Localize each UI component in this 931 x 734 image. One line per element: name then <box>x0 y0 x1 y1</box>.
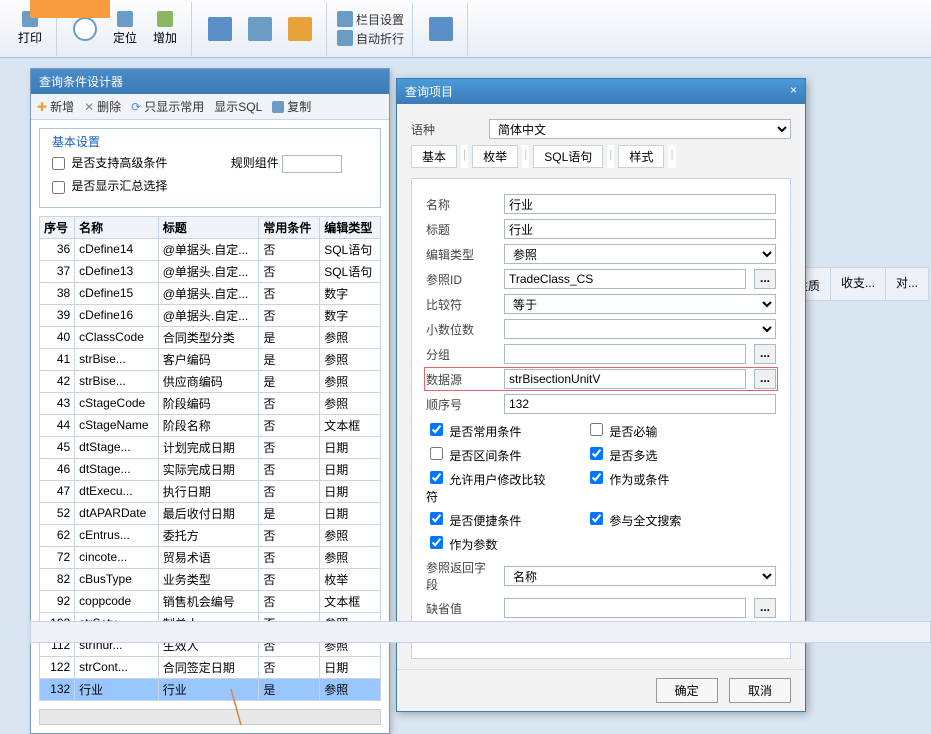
chk-range[interactable] <box>430 447 443 460</box>
horizontal-scrollbar[interactable] <box>39 709 381 725</box>
edit-type-select[interactable]: 参照 <box>504 244 776 264</box>
table-row[interactable]: 122strCont...合同签定日期否日期 <box>40 656 381 678</box>
chk-summary[interactable] <box>52 181 65 194</box>
table-row[interactable]: 72cincote...贸易术语否参照 <box>40 546 381 568</box>
chk-orcond[interactable] <box>590 471 603 484</box>
ribbon: 打印 定位 增加 栏目设置 自动折行 <box>0 0 931 58</box>
ok-button[interactable]: 确定 <box>656 678 718 703</box>
tb-del[interactable]: ✕删除 <box>84 98 121 115</box>
table-row[interactable]: 45dtStage...计划完成日期否日期 <box>40 436 381 458</box>
language-select[interactable]: 简体中文 <box>489 119 791 139</box>
table-row[interactable]: 41strBise...客户编码是参照 <box>40 348 381 370</box>
bottom-bar <box>30 621 931 643</box>
tab-style[interactable]: 样式 <box>618 145 664 168</box>
datasource-browse[interactable]: ... <box>754 369 776 389</box>
refresh-icon[interactable] <box>202 13 238 45</box>
chk-advanced[interactable] <box>52 157 65 170</box>
decimal-select[interactable] <box>504 319 776 339</box>
table-row[interactable]: 39cDefine16@单据头.自定...否数字 <box>40 304 381 326</box>
datasource-field[interactable] <box>504 369 746 389</box>
chk-common[interactable] <box>430 423 443 436</box>
grid-header[interactable]: 名称 <box>75 216 159 238</box>
chk-asparam[interactable] <box>430 536 443 549</box>
link-icon[interactable] <box>242 13 278 45</box>
tb-common[interactable]: ⟳只显示常用 <box>131 98 204 115</box>
chk-multi[interactable] <box>590 447 603 460</box>
query-item-dialog: 查询项目 × 语种 简体中文 基本| 枚举| SQL语句| 样式| 名称 标题 … <box>396 78 806 712</box>
grid-header[interactable]: 标题 <box>158 216 259 238</box>
chk-required[interactable] <box>590 423 603 436</box>
cond-format-icon[interactable] <box>423 13 459 45</box>
autowrap-button[interactable]: 自动折行 <box>337 30 404 47</box>
refid-field[interactable] <box>504 269 746 289</box>
close-icon[interactable]: × <box>790 83 797 100</box>
group-browse[interactable]: ... <box>754 344 776 364</box>
compare-select[interactable]: 等于 <box>504 294 776 314</box>
rule-component-field[interactable] <box>282 155 342 173</box>
default-browse[interactable]: ... <box>754 598 776 618</box>
designer-title: 查询条件设计器 <box>31 69 389 94</box>
chk-fulltext[interactable] <box>590 512 603 525</box>
add-button[interactable]: 增加 <box>147 7 183 50</box>
column-settings-button[interactable]: 栏目设置 <box>337 11 404 28</box>
right-tab[interactable]: 收支... <box>830 267 886 301</box>
dialog-title: 查询项目 <box>405 83 453 100</box>
tab-sql[interactable]: SQL语句 <box>533 145 603 168</box>
table-row[interactable]: 37cDefine13@单据头.自定...否SQL语句 <box>40 260 381 282</box>
designer-toolbar: ✚新增 ✕删除 ⟳只显示常用 显示SQL 复制 <box>31 94 389 120</box>
grid-header[interactable]: 序号 <box>40 216 75 238</box>
chk-quick[interactable] <box>430 512 443 525</box>
table-row[interactable]: 92coppcode销售机会编号否文本框 <box>40 590 381 612</box>
fieldset-legend: 基本设置 <box>48 133 104 150</box>
default-field[interactable] <box>504 598 746 618</box>
table-row[interactable]: 38cDefine15@单据头.自定...否数字 <box>40 282 381 304</box>
refid-browse[interactable]: ... <box>754 269 776 289</box>
table-row[interactable]: 44cStageName阶段名称否文本框 <box>40 414 381 436</box>
name-field[interactable] <box>504 194 776 214</box>
order-field[interactable] <box>504 394 776 414</box>
table-row[interactable]: 42strBise...供应商编码是参照 <box>40 370 381 392</box>
right-tab[interactable]: 对... <box>885 267 929 301</box>
chk-allowcmp[interactable] <box>430 471 443 484</box>
table-row[interactable]: 36cDefine14@单据头.自定...否SQL语句 <box>40 238 381 260</box>
grid-header[interactable]: 常用条件 <box>259 216 320 238</box>
table-row[interactable]: 47dtExecu...执行日期否日期 <box>40 480 381 502</box>
table-row[interactable]: 52dtAPARDate最后收付日期是日期 <box>40 502 381 524</box>
table-row[interactable]: 82cBusType业务类型否枚举 <box>40 568 381 590</box>
tb-add[interactable]: ✚新增 <box>37 98 74 115</box>
tab-enum[interactable]: 枚举 <box>472 145 518 168</box>
doc-icon[interactable] <box>282 13 318 45</box>
locate-button[interactable]: 定位 <box>107 7 143 50</box>
tb-copy[interactable]: 复制 <box>272 98 311 115</box>
table-row[interactable]: 43cStageCode阶段编码否参照 <box>40 392 381 414</box>
table-row[interactable]: 40cClassCode合同类型分类是参照 <box>40 326 381 348</box>
table-row[interactable]: 132行业行业是参照 <box>40 678 381 700</box>
tab-basic[interactable]: 基本 <box>411 145 457 168</box>
cancel-button[interactable]: 取消 <box>729 678 791 703</box>
table-row[interactable]: 46dtStage...实际完成日期否日期 <box>40 458 381 480</box>
return-field-select[interactable]: 名称 <box>504 566 776 586</box>
title-field[interactable] <box>504 219 776 239</box>
table-row[interactable]: 62cEntrus...委托方否参照 <box>40 524 381 546</box>
tb-showsql[interactable]: 显示SQL <box>214 98 262 115</box>
group-field[interactable] <box>504 344 746 364</box>
grid-header[interactable]: 编辑类型 <box>320 216 381 238</box>
